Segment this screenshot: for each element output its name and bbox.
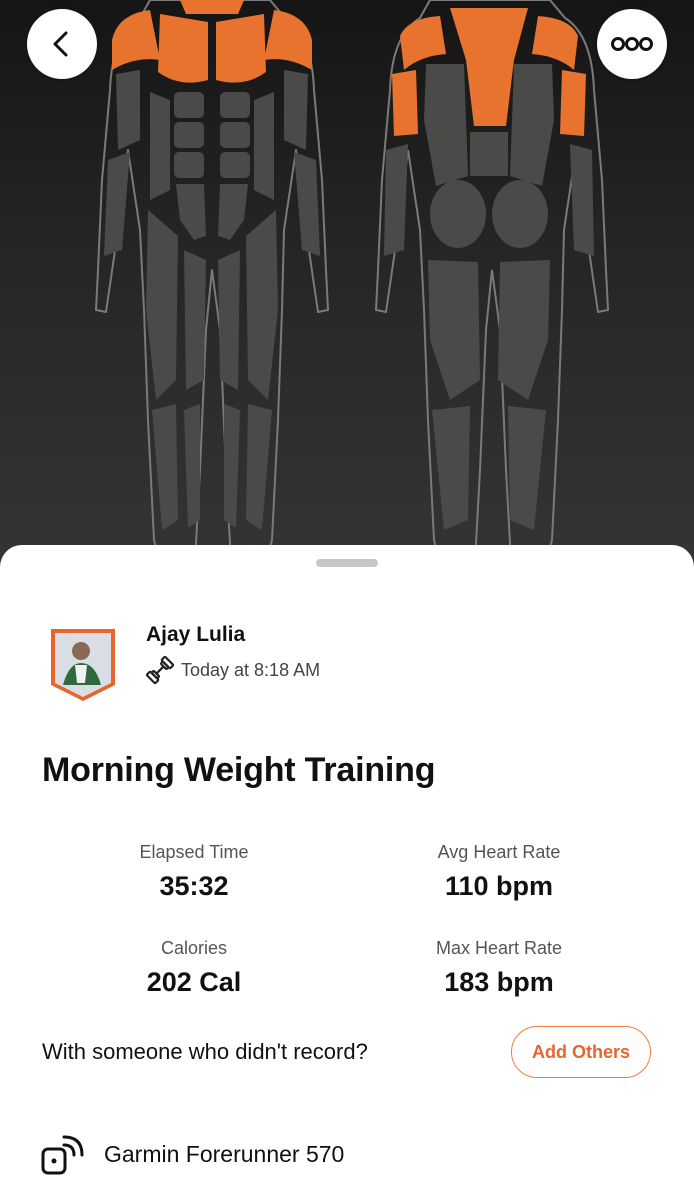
stat-value: 183 bpm <box>444 967 554 997</box>
stat-avg-heart-rate: Avg Heart Rate 110 bpm <box>369 842 629 902</box>
watch-sync-icon <box>41 1135 84 1175</box>
more-options-button[interactable] <box>597 9 667 79</box>
activity-meta: Today at 8:18 AM <box>145 655 320 685</box>
more-dots-icon <box>611 37 653 51</box>
back-button[interactable] <box>27 9 97 79</box>
muscle-map <box>95 0 610 580</box>
triceps-left <box>392 70 418 136</box>
stat-label: Elapsed Time <box>139 842 249 862</box>
stat-max-heart-rate: Max Heart Rate 183 bpm <box>369 938 629 998</box>
stat-value: 110 bpm <box>444 871 554 901</box>
athlete-avatar[interactable] <box>47 625 119 703</box>
front-body <box>95 0 329 580</box>
front-deltoid-left <box>112 10 160 70</box>
dumbbell-icon <box>145 655 175 685</box>
pectoral-right <box>216 14 266 83</box>
athlete-name[interactable]: Ajay Lulia <box>146 623 245 647</box>
rear-deltoid-right <box>532 16 578 70</box>
device-name: Garmin Forerunner 570 <box>104 1141 345 1167</box>
stat-value: 202 Cal <box>146 967 242 997</box>
stat-value: 35:32 <box>159 871 229 901</box>
stat-label: Calories <box>160 938 228 958</box>
activity-detail-sheet: Ajay Lulia Today at 8:18 AM Morning Weig… <box>0 545 694 1200</box>
activity-title: Morning Weight Training <box>42 751 436 789</box>
pectoral-left <box>158 14 208 83</box>
chevron-left-icon <box>53 31 68 57</box>
tag-partners-prompt: With someone who didn't record? <box>42 1039 368 1064</box>
front-deltoid-right <box>264 10 312 70</box>
trap-front <box>180 0 244 14</box>
add-others-button[interactable]: Add Others <box>511 1026 651 1078</box>
sheet-grabber[interactable] <box>316 559 378 567</box>
triceps-right <box>560 70 586 136</box>
stat-calories: Calories 202 Cal <box>64 938 324 998</box>
muscle-map-hero <box>0 0 694 580</box>
stat-label: Avg Heart Rate <box>437 842 561 862</box>
activity-timestamp: Today at 8:18 AM <box>181 659 321 680</box>
stat-label: Max Heart Rate <box>435 938 563 958</box>
rear-deltoid-left <box>400 16 446 70</box>
stat-elapsed-time: Elapsed Time 35:32 <box>64 842 324 902</box>
back-body <box>374 0 610 580</box>
